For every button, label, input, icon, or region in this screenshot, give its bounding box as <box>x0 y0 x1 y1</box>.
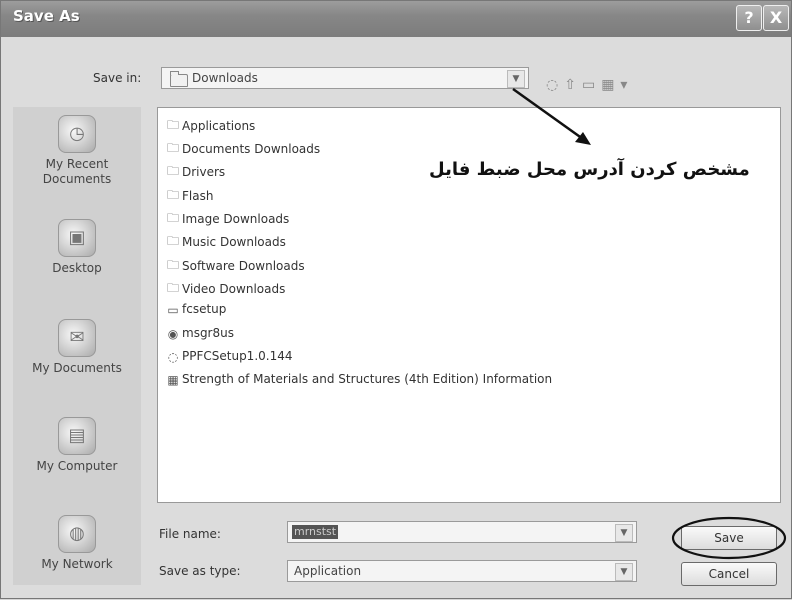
list-item[interactable]: ▦ Strength of Materials and Structures (4… <box>164 372 552 387</box>
folder-icon: 🗀 <box>166 188 179 202</box>
list-item[interactable]: ▭ fcsetup <box>164 302 226 317</box>
recent-documents-icon: ◷ <box>58 115 96 153</box>
chevron-down-icon[interactable]: ▼ <box>615 524 633 542</box>
views-menu-icon[interactable]: ▦▾ <box>601 77 633 93</box>
place-label: Documents <box>42 172 112 186</box>
help-button[interactable]: ? <box>736 5 762 31</box>
desktop-icon: ▣ <box>58 219 96 257</box>
navigation-toolbar: ◌⇧▭▦▾ <box>546 77 633 93</box>
place-label: My Network <box>41 557 113 571</box>
file-name-value: mrnstst <box>292 525 339 539</box>
list-item[interactable]: 🗀 Software Downloads <box>164 256 305 277</box>
save-as-dialog: Save As ? X Save in: Downloads ▼ ◌⇧▭▦▾ ◷… <box>0 0 792 599</box>
annotation-text: مشخص کردن آدرس محل ضبط فایل <box>429 159 750 180</box>
folder-icon: 🗀 <box>166 141 179 155</box>
place-my-recent-documents[interactable]: ◷ My Recent Documents <box>13 115 141 187</box>
place-my-computer[interactable]: ▤ My Computer <box>13 417 141 474</box>
list-item[interactable]: 🗀 Applications <box>164 116 255 137</box>
save-as-type-label: Save as type: <box>159 564 241 578</box>
my-computer-icon: ▤ <box>58 417 96 455</box>
place-label: My Documents <box>32 361 122 375</box>
place-my-network[interactable]: ◍ My Network <box>13 515 141 572</box>
file-name-label: File name: <box>159 527 221 541</box>
save-in-label: Save in: <box>93 71 142 85</box>
dialog-title: Save As <box>13 7 80 25</box>
list-item[interactable]: ◉ msgr8us <box>164 326 234 341</box>
list-item[interactable]: ◌ PPFCSetup1.0.144 <box>164 349 293 364</box>
place-label: My Recent <box>45 157 109 171</box>
messenger-icon: ◉ <box>167 326 179 341</box>
file-icon: ▭ <box>167 302 179 317</box>
folder-icon <box>170 71 188 87</box>
folder-icon: 🗀 <box>166 234 179 248</box>
info-file-icon: ▦ <box>167 372 179 387</box>
list-item[interactable]: 🗀 Image Downloads <box>164 209 289 230</box>
place-label: My Computer <box>36 459 118 473</box>
list-item[interactable]: 🗀 Documents Downloads <box>164 139 320 160</box>
list-item[interactable]: 🗀 Video Downloads <box>164 279 285 300</box>
back-icon[interactable]: ◌ <box>546 77 564 93</box>
up-folder-icon[interactable]: ⇧ <box>564 77 582 93</box>
chevron-down-icon[interactable]: ▼ <box>507 70 525 88</box>
place-label: Desktop <box>52 261 102 275</box>
cancel-button[interactable]: Cancel <box>681 562 777 586</box>
list-item[interactable]: 🗀 Flash <box>164 186 213 207</box>
save-button[interactable]: Save <box>681 526 777 550</box>
my-network-icon: ◍ <box>58 515 96 553</box>
folder-icon: 🗀 <box>166 211 179 225</box>
place-desktop[interactable]: ▣ Desktop <box>13 219 141 276</box>
close-button[interactable]: X <box>763 5 789 31</box>
folder-icon: 🗀 <box>166 164 179 178</box>
setup-icon: ◌ <box>167 349 179 364</box>
new-folder-icon[interactable]: ▭ <box>582 77 601 93</box>
list-item[interactable]: 🗀 Music Downloads <box>164 232 286 253</box>
save-as-type-value: Application <box>294 564 362 578</box>
my-documents-icon: ✉ <box>58 319 96 357</box>
places-bar: ◷ My Recent Documents ▣ Desktop ✉ My Doc… <box>13 107 141 585</box>
list-item[interactable]: 🗀 Drivers <box>164 162 225 183</box>
chevron-down-icon[interactable]: ▼ <box>615 563 633 581</box>
folder-icon: 🗀 <box>166 118 179 132</box>
title-bar[interactable]: Save As ? X <box>1 1 791 37</box>
save-in-value: Downloads <box>192 71 258 85</box>
folder-icon: 🗀 <box>166 258 179 272</box>
place-my-documents[interactable]: ✉ My Documents <box>13 319 141 376</box>
file-name-input[interactable]: mrnstst ▼ <box>287 521 637 543</box>
save-as-type-dropdown[interactable]: Application ▼ <box>287 560 637 582</box>
folder-icon: 🗀 <box>166 281 179 295</box>
save-in-dropdown[interactable]: Downloads ▼ <box>161 67 529 89</box>
